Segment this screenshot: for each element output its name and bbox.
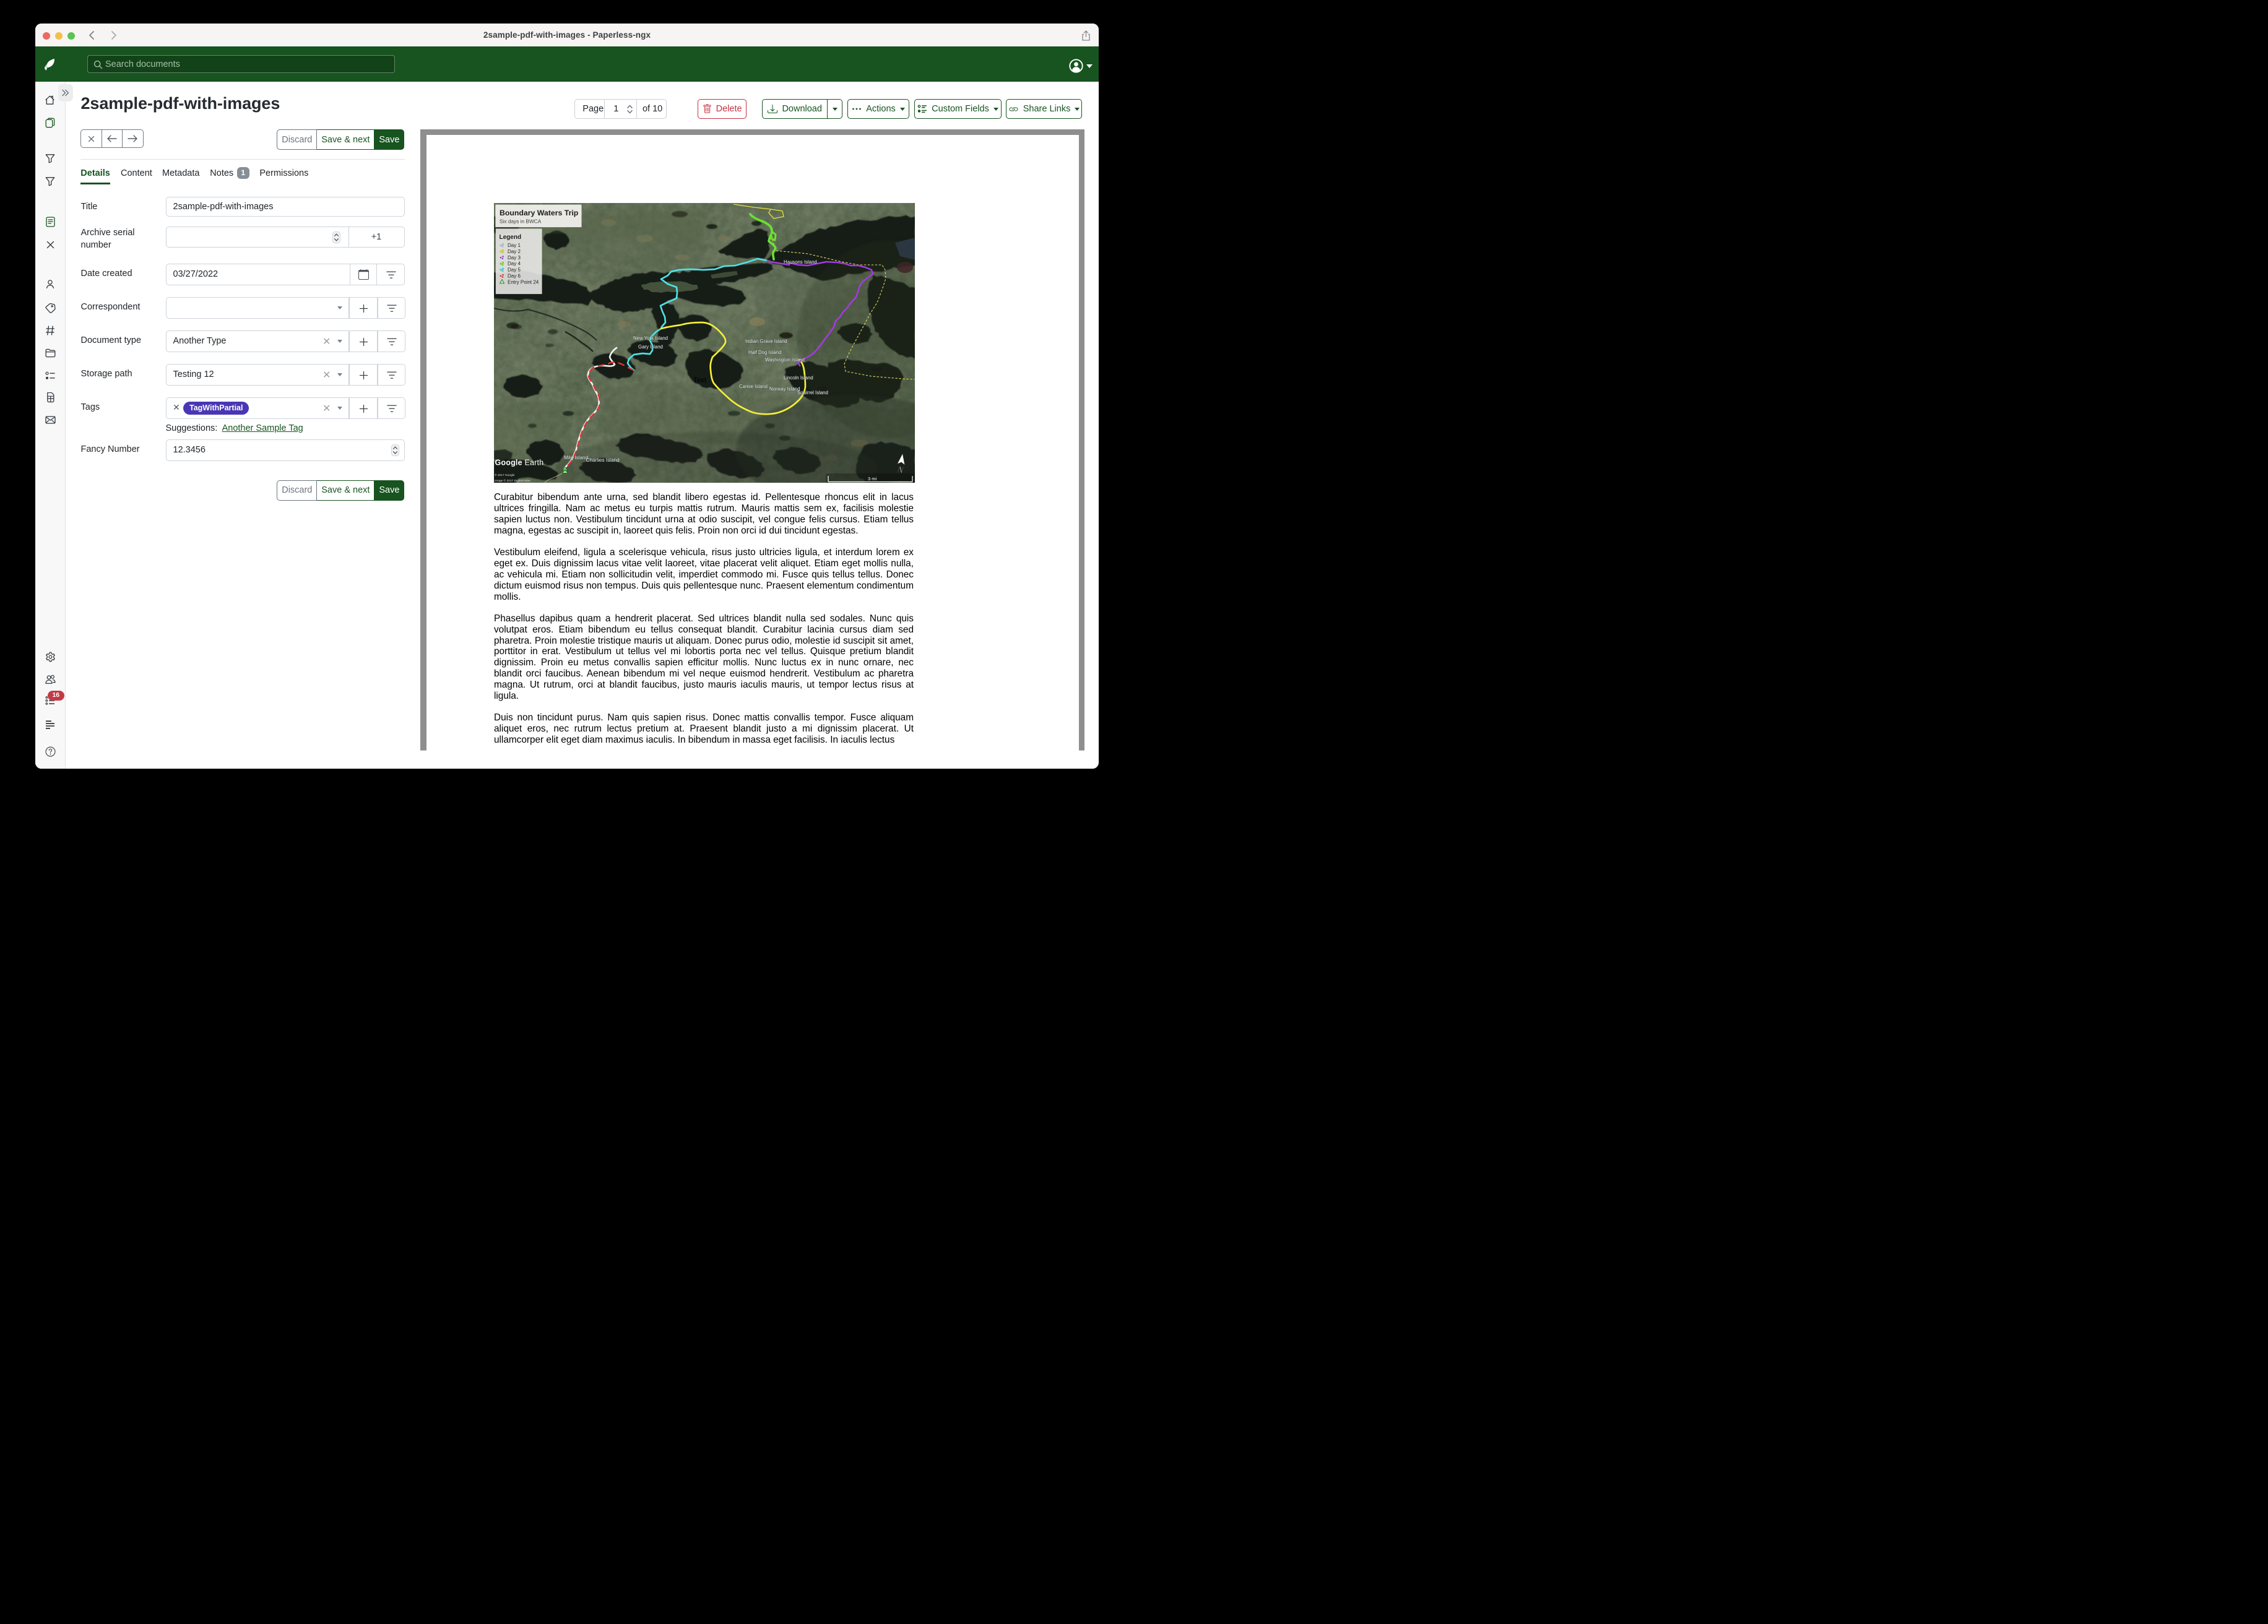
svg-text:Day 1: Day 1 [508,243,521,248]
svg-text:Text: Text [693,377,707,384]
svg-text:Boundary Waters Trip: Boundary Waters Trip [500,209,578,217]
svg-text:Day 3: Day 3 [508,255,521,261]
svg-text:New York Island: New York Island [633,335,668,341]
svg-text:Legend: Legend [499,234,521,241]
svg-text:Gary Island: Gary Island [638,344,663,350]
svg-text:Day 6: Day 6 [508,274,521,279]
svg-text:Six days in BWCA: Six days in BWCA [500,218,542,225]
svg-text:Day 4: Day 4 [508,261,521,267]
svg-text:Mile Island: Mile Island [564,455,589,460]
svg-text:Indian Grave Island: Indian Grave Island [745,339,787,344]
svg-text:Charlies Island: Charlies Island [586,457,620,463]
svg-text:© 2017 Google: © 2017 Google [495,473,515,477]
svg-text:Half Dog Island: Half Dog Island [748,350,781,355]
svg-text:Canoe Island: Canoe Island [739,384,768,389]
svg-text:Image © 2017 DigitalGlobe: Image © 2017 DigitalGlobe [495,478,530,483]
svg-text:Google Earth: Google Earth [495,459,543,467]
svg-text:Day 5: Day 5 [508,267,521,273]
svg-text:Day 2: Day 2 [508,249,521,254]
svg-text:Squirrel Island: Squirrel Island [797,390,828,395]
svg-text:Hausons Island: Hausons Island [784,259,817,265]
svg-text:Washington Island: Washington Island [765,357,805,363]
svg-text:Norway Island: Norway Island [769,386,800,392]
svg-text:3 mi: 3 mi [868,476,877,482]
svg-text:Lincoln Island: Lincoln Island [784,375,813,381]
svg-text:Entry Point 24: Entry Point 24 [508,280,539,285]
